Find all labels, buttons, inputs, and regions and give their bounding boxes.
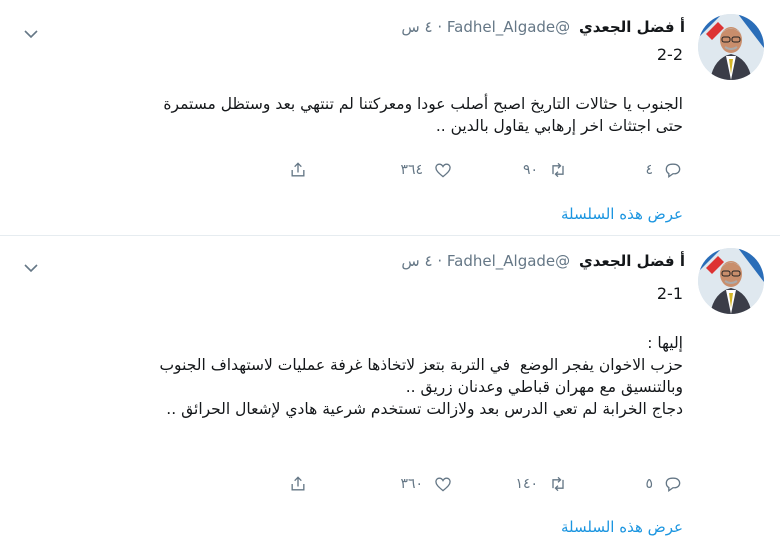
- chevron-down-icon[interactable]: [24, 258, 38, 273]
- retweet-icon: [552, 476, 564, 492]
- avatar[interactable]: [698, 248, 764, 314]
- author-handle[interactable]: @Fadhel_Algade: [447, 18, 570, 36]
- tweet-text: الجنوب يا حثالات التاريخ اصبح أصلب عودا …: [13, 93, 683, 137]
- tweet-text: إليها : حزب الاخوان يفجر الوضع في التربة…: [13, 332, 683, 420]
- reply-count: ٥: [645, 476, 653, 492]
- tweet-header: أ فضل الجعدي @Fadhel_Algade · ٤ س: [401, 252, 685, 270]
- tweet-line: وبالتنسيق مع مهران قباطي وعدنان زريق ..: [405, 378, 683, 396]
- reply-button[interactable]: ٤: [645, 158, 683, 182]
- tweet-line: دجاج الخرابة لم تعي الدرس بعد ولازالت تس…: [166, 400, 683, 418]
- like-button[interactable]: ٣٦٠: [400, 472, 453, 496]
- show-thread-link[interactable]: عرض هذه السلسلة: [561, 518, 683, 536]
- separator-dot: ·: [437, 252, 443, 270]
- retweet-count: ١٤٠: [515, 476, 538, 492]
- like-button[interactable]: ٣٦٤: [400, 158, 453, 182]
- chevron-down-icon[interactable]: [24, 24, 38, 39]
- tweet-line: الجنوب يا حثالات التاريخ اصبح أصلب عودا …: [163, 95, 683, 113]
- share-button[interactable]: [288, 472, 308, 496]
- author-name[interactable]: أ فضل الجعدي: [579, 18, 685, 36]
- tweet-header: أ فضل الجعدي @Fadhel_Algade · ٤ س: [401, 18, 685, 36]
- tweet-actions: ٥ ١٤٠ ٣٦٠: [223, 472, 683, 496]
- like-count: ٣٦٤: [400, 162, 423, 178]
- separator-dot: ·: [437, 18, 443, 36]
- tweet-line: إليها :: [647, 334, 683, 352]
- share-button[interactable]: [288, 158, 308, 182]
- retweet-button[interactable]: ٩٠: [523, 158, 568, 182]
- tweet[interactable]: أ فضل الجعدي @Fadhel_Algade · ٤ س 2-2 ال…: [0, 0, 780, 236]
- retweet-icon: [552, 162, 564, 178]
- heart-icon: [435, 477, 451, 492]
- tweet-time[interactable]: ٤ س: [401, 252, 432, 270]
- share-icon: [291, 162, 305, 177]
- reply-icon: [665, 477, 681, 492]
- author-handle[interactable]: @Fadhel_Algade: [447, 252, 570, 270]
- reply-count: ٤: [645, 162, 653, 178]
- tweet-time[interactable]: ٤ س: [401, 18, 432, 36]
- tweet[interactable]: أ فضل الجعدي @Fadhel_Algade · ٤ س 2-1 إل…: [0, 236, 780, 548]
- heart-icon: [435, 163, 451, 178]
- share-icon: [291, 476, 305, 491]
- avatar[interactable]: [698, 14, 764, 80]
- retweet-count: ٩٠: [522, 162, 538, 178]
- show-thread-link[interactable]: عرض هذه السلسلة: [561, 205, 683, 223]
- thread-number: 2-1: [656, 284, 683, 303]
- retweet-button[interactable]: ١٤٠: [515, 472, 568, 496]
- reply-icon: [665, 163, 681, 178]
- author-name[interactable]: أ فضل الجعدي: [579, 252, 685, 270]
- tweet-line: حزب الاخوان يفجر الوضع في التربة بتعز لا…: [159, 356, 683, 374]
- like-count: ٣٦٠: [400, 476, 423, 492]
- tweet-line: حتى اجتثاث اخر إرهابي يقاول بالدين ..: [435, 117, 683, 135]
- reply-button[interactable]: ٥: [645, 472, 683, 496]
- tweet-actions: ٤ ٩٠ ٣٦٤: [223, 158, 683, 182]
- thread-number: 2-2: [656, 45, 683, 64]
